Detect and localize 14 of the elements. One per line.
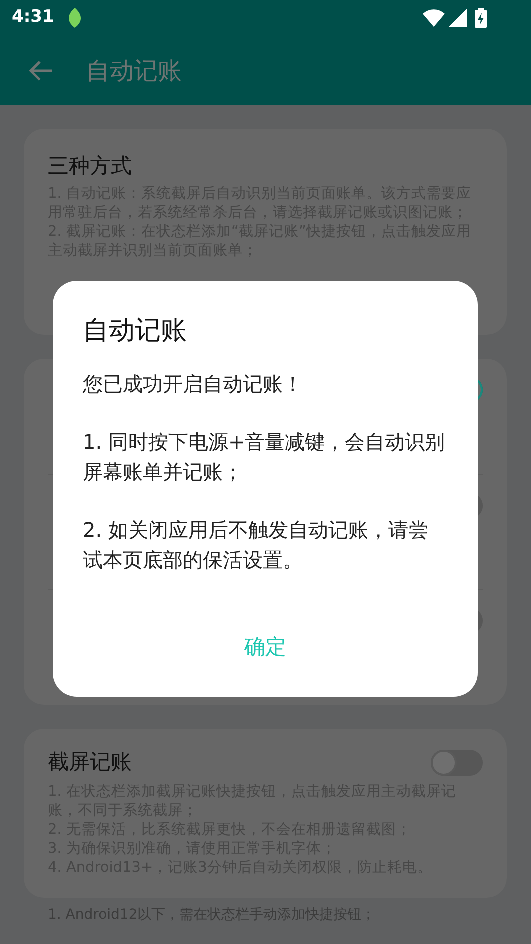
dialog-title: 自动记账 <box>83 315 188 348</box>
status-time: 4:31 <box>12 6 54 30</box>
toggle-switch[interactable] <box>431 750 483 776</box>
dialog-message: 2. 如关闭应用后不触发自动记账，请尝试本页底部的保活设置。 <box>83 517 430 574</box>
card-title: 截屏记账 <box>48 749 132 776</box>
signal-icon <box>449 9 467 27</box>
page-title: 自动记账 <box>86 56 182 86</box>
wifi-icon <box>423 9 445 27</box>
confirm-button[interactable]: 确定 <box>228 628 302 667</box>
dialog-message: 您已成功开启自动记账！ <box>83 371 304 398</box>
card-title: 三种方式 <box>48 153 133 180</box>
back-arrow-icon <box>28 58 54 82</box>
dialog-message: 1. 同时按下电源+音量减键，会自动识别屏幕账单并记账； <box>83 429 446 486</box>
battery-icon <box>475 8 487 28</box>
